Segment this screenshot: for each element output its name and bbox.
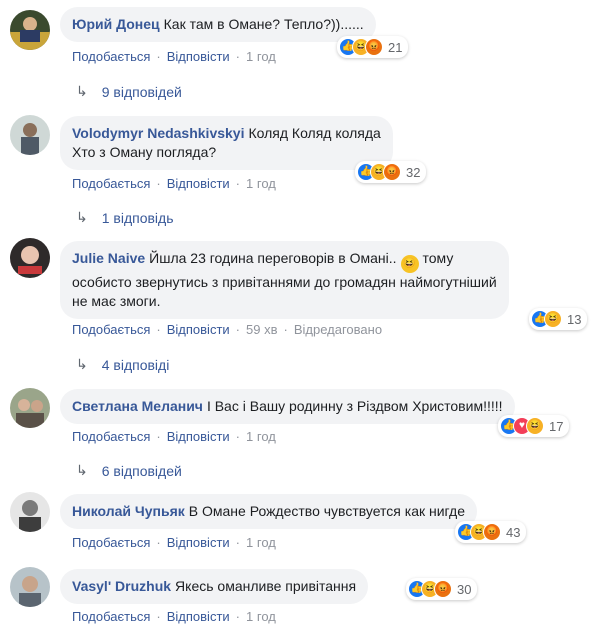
comment-bubble: Светлана Меланич І Вас і Вашу родинну з Р… [60,389,515,424]
comment-author[interactable]: Volodymyr Nedashkivskyi [72,125,244,141]
comment-time[interactable]: 1 год [246,535,276,550]
like-button[interactable]: Подобається [72,429,150,444]
reply-button[interactable]: Відповісти [167,176,230,191]
replies-count[interactable]: 6 відповідей [102,463,182,479]
reply-button[interactable]: Відповісти [167,609,230,624]
comment-text: Коляд Коляд коляда [248,125,381,141]
like-button[interactable]: Подобається [72,176,150,191]
edited-label[interactable]: Відредаговано [294,322,382,337]
reactions-summary[interactable]: 👍 😆 😡 30 [406,578,478,600]
reply-arrow-icon: ↳ [76,356,88,372]
comment-author[interactable]: Светлана Меланич [72,398,203,414]
comment-author[interactable]: Julie Naive [72,250,145,266]
avatar[interactable] [10,492,50,532]
comment-text: Якесь оманливе привітання [175,578,357,594]
avatar[interactable] [10,567,50,607]
comment-text: Йшла 23 година переговорів в Омані.. [149,250,397,266]
comment-author[interactable]: Юрий Донец [72,16,160,32]
reactions-summary[interactable]: 👍 ♥ 😆 17 [498,415,570,437]
comment-bubble: Vasyl' Druzhuk Якесь оманливе привітання [60,569,369,604]
comment-author[interactable]: Николай Чупьяк [72,503,185,519]
reaction-count: 21 [388,39,403,55]
comment-bubble: Volodymyr Nedashkivskyi Коляд Коляд коляд… [60,116,393,170]
reply-button[interactable]: Відповісти [167,49,230,64]
reaction-count: 13 [567,311,582,327]
reply-button[interactable]: Відповісти [167,535,230,550]
reactions-summary[interactable]: 👍 😆 😡 43 [455,521,527,543]
like-button[interactable]: Подобається [72,49,150,64]
reaction-count: 43 [506,524,521,540]
comment-actions: Подобається · Відповісти · 1 год [72,535,276,550]
view-replies-link[interactable]: ↳ 9 відповідей [76,83,182,100]
laughing-emoji-icon: 😆 [400,255,419,273]
reactions-summary[interactable]: 👍 😆 😡 21 [337,36,409,58]
comment-text: не має змоги. [72,293,161,309]
reply-arrow-icon: ↳ [76,462,88,478]
comment-text: тому [422,250,454,266]
comment-actions: Подобається · Відповісти · 1 год [72,609,276,624]
like-button[interactable]: Подобається [72,322,150,337]
comment-text: Хто з Оману погляда? [72,144,217,160]
comment-text: І Вас і Вашу родинну з Різдвом Христовим… [206,398,503,414]
comment-time[interactable]: 1 год [246,609,276,624]
reply-button[interactable]: Відповісти [167,322,230,337]
angry-reaction-icon: 😡 [483,523,501,541]
avatar[interactable] [10,238,50,278]
replies-count[interactable]: 4 відповіді [102,357,170,373]
haha-reaction-icon: 😆 [544,310,562,328]
like-button[interactable]: Подобається [72,609,150,624]
angry-reaction-icon: 😡 [365,38,383,56]
angry-reaction-icon: 😡 [383,163,401,181]
comment-author[interactable]: Vasyl' Druzhuk [72,578,171,594]
comment-bubble: Julie Naive Йшла 23 година переговорів в … [60,241,509,319]
reaction-count: 17 [549,418,564,434]
comment-text: В Омане Рождество чувствуется как нигде [188,503,465,519]
comment-time[interactable]: 1 год [246,429,276,444]
view-replies-link[interactable]: ↳ 1 відповідь [76,209,174,226]
comment-time[interactable]: 59 хв [246,322,277,337]
reply-arrow-icon: ↳ [76,209,88,225]
like-button[interactable]: Подобається [72,535,150,550]
comment-time[interactable]: 1 год [246,49,276,64]
comment-actions: Подобається · Відповісти · 1 год [72,176,276,191]
reply-arrow-icon: ↳ [76,83,88,99]
comment-bubble: Юрий Донец Как там в Омане? Тепло?)).....… [60,7,376,42]
comment-bubble: Николай Чупьяк В Омане Рождество чувствуе… [60,494,477,529]
reply-button[interactable]: Відповісти [167,429,230,444]
comment-actions: Подобається · Відповісти · 59 хв · Відре… [72,322,383,337]
replies-count[interactable]: 9 відповідей [102,84,182,100]
reaction-count: 30 [457,581,472,597]
comment-actions: Подобається · Відповісти · 1 год [72,429,276,444]
avatar[interactable] [10,388,50,428]
avatar[interactable] [10,115,50,155]
view-replies-link[interactable]: ↳ 6 відповідей [76,462,182,479]
view-replies-link[interactable]: ↳ 4 відповіді [76,356,169,373]
reactions-summary[interactable]: 👍 😆 13 [529,308,588,330]
angry-reaction-icon: 😡 [434,580,452,598]
reactions-summary[interactable]: 👍 😆 😡 32 [355,161,427,183]
comment-text: особисто звернутись з привітаннями до гр… [72,274,497,290]
avatar[interactable] [10,10,50,50]
replies-count[interactable]: 1 відповідь [102,210,174,226]
haha-reaction-icon: 😆 [526,417,544,435]
comment-time[interactable]: 1 год [246,176,276,191]
reaction-count: 32 [406,164,421,180]
comment-actions: Подобається · Відповісти · 1 год [72,49,276,64]
comment-text: Как там в Омане? Тепло?))...... [163,16,364,32]
